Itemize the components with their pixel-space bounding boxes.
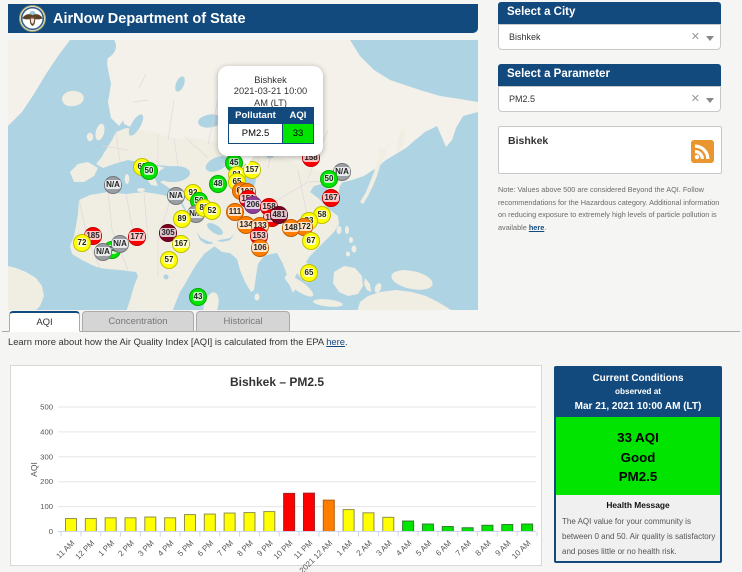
svg-text:500: 500 [40, 403, 53, 412]
svg-text:300: 300 [40, 452, 53, 461]
svg-text:10 PM: 10 PM [272, 538, 295, 561]
svg-text:7 PM: 7 PM [215, 538, 235, 558]
svg-text:Bishkek – PM2.5: Bishkek – PM2.5 [230, 375, 324, 389]
svg-text:4 AM: 4 AM [394, 538, 413, 557]
svg-text:200: 200 [40, 477, 53, 486]
svg-text:3 PM: 3 PM [136, 538, 156, 558]
svg-text:3 AM: 3 AM [374, 538, 393, 557]
svg-text:8 PM: 8 PM [235, 538, 255, 558]
svg-text:1 PM: 1 PM [97, 538, 117, 558]
svg-text:4 PM: 4 PM [156, 538, 176, 558]
svg-text:400: 400 [40, 427, 53, 436]
svg-text:100: 100 [40, 502, 53, 511]
svg-text:6 PM: 6 PM [196, 538, 216, 558]
svg-text:5 PM: 5 PM [176, 538, 196, 558]
svg-text:2 AM: 2 AM [355, 538, 374, 557]
svg-text:1 AM: 1 AM [335, 538, 354, 557]
svg-text:7 AM: 7 AM [454, 538, 473, 557]
svg-text:12 PM: 12 PM [74, 538, 97, 561]
svg-text:8 AM: 8 AM [474, 538, 493, 557]
svg-text:AQI: AQI [29, 462, 39, 477]
svg-text:6 AM: 6 AM [434, 538, 453, 557]
svg-text:2 PM: 2 PM [116, 538, 136, 558]
svg-text:0: 0 [49, 527, 53, 536]
svg-text:10 AM: 10 AM [510, 538, 533, 561]
svg-text:11 AM: 11 AM [54, 538, 76, 560]
svg-text:5 AM: 5 AM [414, 538, 433, 557]
